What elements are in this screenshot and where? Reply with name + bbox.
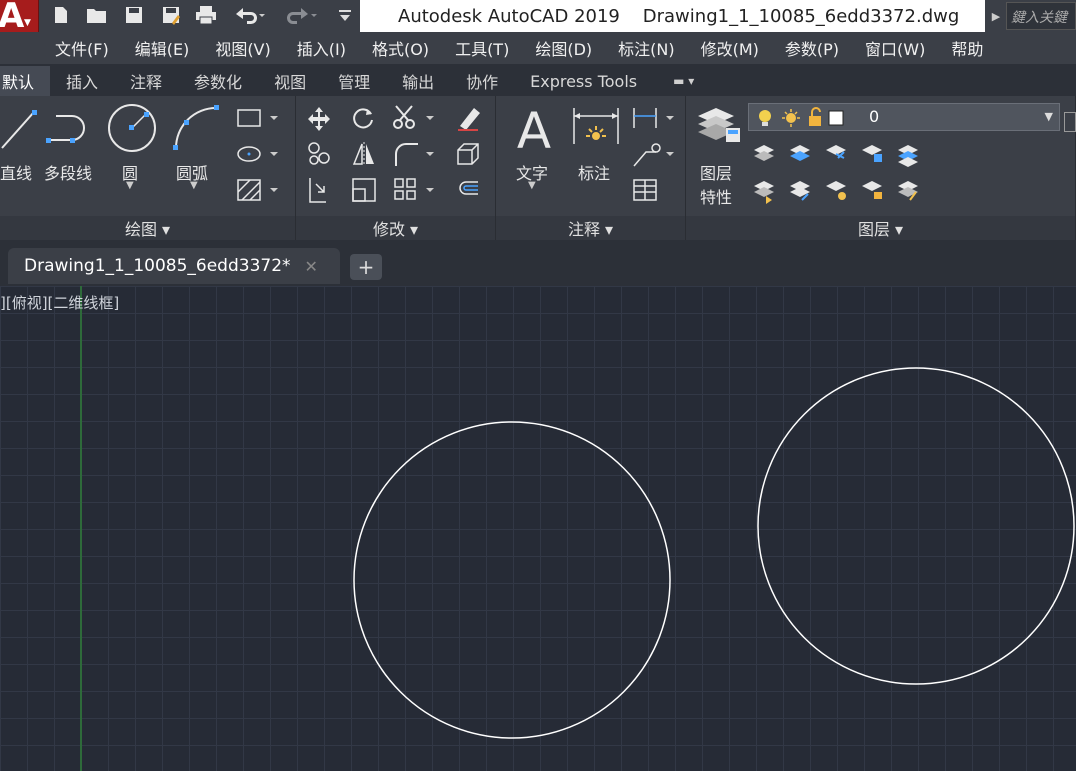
dimension-button-label[interactable]: 标注 <box>578 160 610 184</box>
redo-icon[interactable] <box>284 4 320 26</box>
ellipse-icon[interactable] <box>236 142 280 166</box>
autocad-logo: A <box>0 0 25 36</box>
drawing-canvas[interactable] <box>0 286 1076 771</box>
current-layer-name: 0 <box>869 107 880 126</box>
rotate-icon[interactable] <box>350 106 376 132</box>
layer-properties-label-line2[interactable]: 特性 <box>700 184 732 208</box>
ribbon-tab-bar: 默认 插入 注释 参数化 视图 管理 输出 协作 Express Tools ▬… <box>0 64 1076 96</box>
line-button-label[interactable]: 直线 <box>0 160 32 184</box>
draw-panel-title[interactable]: 绘图 ▾ <box>0 216 295 240</box>
tab-default[interactable]: 默认 <box>0 66 51 96</box>
chevron-down-icon[interactable]: ▼ <box>528 180 536 191</box>
leader-icon[interactable] <box>632 142 676 168</box>
document-tab-label: Drawing1_1_10085_6edd3372* <box>24 256 291 276</box>
layer-properties-icon[interactable] <box>694 102 742 152</box>
tab-view[interactable]: 视图 <box>258 66 322 96</box>
modify-panel: 修改 ▾ <box>296 96 496 240</box>
circle-right[interactable] <box>757 367 1075 685</box>
mirror-icon[interactable] <box>350 140 378 168</box>
annotation-panel-title[interactable]: 注释 ▾ <box>496 216 685 240</box>
text-icon[interactable]: A <box>512 104 556 154</box>
draw-panel: 直线 多段线 圆 ▼ 圆弧 ▼ 绘图 ▾ <box>0 96 296 240</box>
menu-insert[interactable]: 插入(I) <box>284 36 359 60</box>
close-icon[interactable]: ✕ <box>305 257 318 276</box>
layer-tool-icons-row2[interactable] <box>750 176 930 206</box>
ribbon-toggle-icon[interactable]: ▬ ▾ <box>653 66 714 96</box>
stretch-icon[interactable] <box>306 176 334 204</box>
search-input[interactable]: 鍵入关鍵 <box>1006 2 1076 30</box>
scale-icon[interactable] <box>350 176 378 204</box>
array-3d-icon[interactable] <box>454 140 482 168</box>
menu-view[interactable]: 视图(V) <box>202 36 283 60</box>
modify-panel-title[interactable]: 修改 ▾ <box>296 216 495 240</box>
chevron-right-icon[interactable]: ▶ <box>986 0 1006 32</box>
menu-parametric[interactable]: 参数(P) <box>772 36 852 60</box>
new-tab-plus-icon[interactable]: + <box>350 254 382 280</box>
menu-dimension[interactable]: 标注(N) <box>605 36 687 60</box>
chevron-down-icon[interactable]: ▼ <box>190 180 198 191</box>
window-title: Autodesk AutoCAD 2019 Drawing1_1_10085_6… <box>360 0 985 32</box>
polyline-button-label[interactable]: 多段线 <box>44 160 92 184</box>
chevron-down-icon: ▼ <box>24 18 31 28</box>
dimension-icon[interactable] <box>570 104 622 154</box>
trim-icon[interactable] <box>392 104 436 132</box>
print-icon[interactable] <box>195 4 217 26</box>
tab-parametric[interactable]: 参数化 <box>178 66 258 96</box>
svg-text:A: A <box>517 104 551 154</box>
tab-output[interactable]: 输出 <box>386 66 450 96</box>
chevron-down-icon: ▼ <box>1044 110 1053 123</box>
open-folder-icon[interactable] <box>86 4 108 26</box>
polyline-icon[interactable] <box>46 104 100 154</box>
menu-bar: 文件(F) 编辑(E) 视图(V) 插入(I) 格式(O) 工具(T) 绘图(D… <box>0 32 1076 64</box>
menu-file[interactable]: 文件(F) <box>42 36 122 60</box>
viewport-controls[interactable]: ][俯视][二维线框] <box>0 292 119 313</box>
menu-tools[interactable]: 工具(T) <box>442 36 522 60</box>
menu-modify[interactable]: 修改(M) <box>688 36 772 60</box>
layer-dropdown[interactable]: 0 ▼ <box>748 103 1060 131</box>
offset-icon[interactable] <box>454 176 482 204</box>
layer-state-icons <box>759 107 844 127</box>
new-file-icon[interactable] <box>50 4 72 26</box>
erase-icon[interactable] <box>454 104 482 132</box>
tab-express-tools[interactable]: Express Tools <box>514 66 653 96</box>
circle-left[interactable] <box>353 421 671 739</box>
chevron-down-icon[interactable]: ▼ <box>126 180 134 191</box>
annotation-panel: A 文字 ▼ 标注 注释 ▾ <box>496 96 686 240</box>
tab-annotate[interactable]: 注释 <box>114 66 178 96</box>
drawing-geometry <box>353 367 1075 739</box>
hatch-icon[interactable] <box>236 178 280 202</box>
circle-icon[interactable] <box>106 102 158 154</box>
tab-collaborate[interactable]: 协作 <box>450 66 514 96</box>
tab-manage[interactable]: 管理 <box>322 66 386 96</box>
undo-icon[interactable] <box>232 4 268 26</box>
tab-insert[interactable]: 插入 <box>50 66 114 96</box>
table-icon[interactable] <box>632 178 660 204</box>
menu-help[interactable]: 帮助 <box>938 36 996 60</box>
line-icon[interactable] <box>0 104 40 154</box>
copy-icon[interactable] <box>306 140 334 168</box>
move-icon[interactable] <box>306 106 332 132</box>
fillet-icon[interactable] <box>392 140 436 168</box>
ucs-y-axis <box>80 286 82 771</box>
menu-edit[interactable]: 编辑(E) <box>122 36 203 60</box>
save-icon[interactable] <box>123 4 145 26</box>
menu-window[interactable]: 窗口(W) <box>852 36 938 60</box>
arc-icon[interactable] <box>170 102 222 154</box>
layer-extra-icon[interactable] <box>1064 112 1076 132</box>
linear-dimension-icon[interactable] <box>632 106 676 130</box>
array-icon[interactable] <box>392 176 436 204</box>
save-as-icon[interactable] <box>160 4 182 26</box>
layer-properties-label-line1[interactable]: 图层 <box>700 160 732 184</box>
rectangle-icon[interactable] <box>236 106 280 130</box>
customize-quick-access-icon[interactable] <box>334 4 356 26</box>
document-tab[interactable]: Drawing1_1_10085_6edd3372* ✕ <box>8 248 340 284</box>
menu-draw[interactable]: 绘图(D) <box>522 36 605 60</box>
menu-format[interactable]: 格式(O) <box>359 36 442 60</box>
layer-tool-icons-row1[interactable] <box>750 140 930 170</box>
